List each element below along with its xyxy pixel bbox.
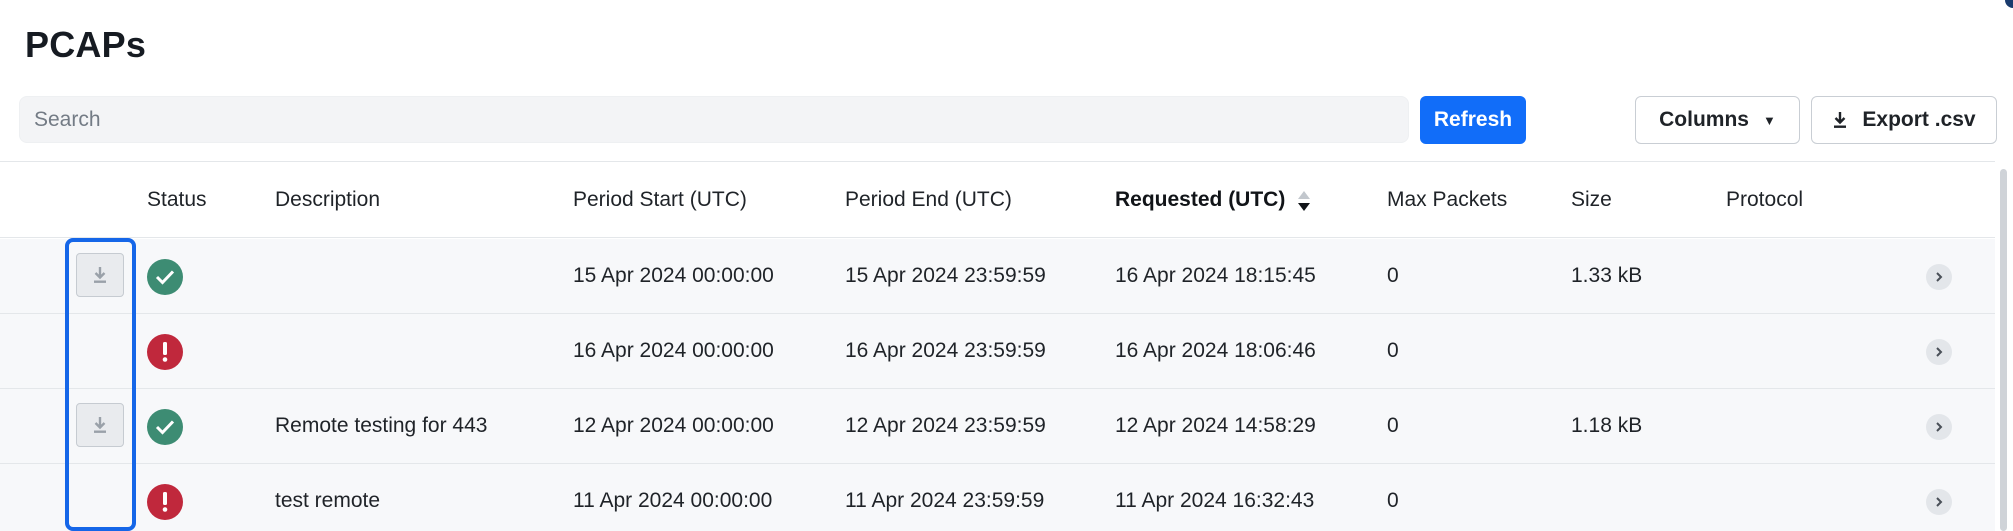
download-icon [1832, 111, 1848, 129]
chevron-right-icon [1936, 422, 1943, 432]
check-circle-icon [147, 409, 183, 445]
row-expand-button[interactable] [1926, 339, 1952, 365]
chevron-right-icon [1936, 347, 1943, 357]
table-row[interactable]: test remote 11 Apr 2024 00:00:00 11 Apr … [0, 464, 1995, 531]
cell-size: 1.18 kB [1571, 414, 1643, 437]
column-header-size[interactable]: Size [1571, 162, 1612, 238]
chevron-right-icon [1936, 272, 1943, 282]
cell-period-end: 12 Apr 2024 23:59:59 [845, 414, 1046, 437]
cell-size: 1.33 kB [1571, 264, 1643, 287]
cell-period-start: 16 Apr 2024 00:00:00 [573, 339, 774, 362]
table-row[interactable]: 16 Apr 2024 00:00:00 16 Apr 2024 23:59:5… [0, 314, 1995, 389]
chevron-right-icon [1936, 497, 1943, 507]
cell-requested: 11 Apr 2024 16:32:43 [1115, 489, 1315, 512]
scrollbar-thumb[interactable] [2000, 169, 2007, 531]
cell-period-start: 12 Apr 2024 00:00:00 [573, 414, 774, 437]
pcaps-table: Status Description Period Start (UTC) Pe… [0, 161, 2013, 531]
cell-max-packets: 0 [1387, 264, 1399, 287]
cell-requested: 16 Apr 2024 18:06:46 [1115, 339, 1316, 362]
caret-down-icon: ▼ [1762, 112, 1776, 128]
cell-max-packets: 0 [1387, 339, 1399, 362]
exclamation-circle-icon [147, 334, 183, 370]
cell-period-start: 11 Apr 2024 00:00:00 [573, 489, 773, 512]
exclamation-circle-icon [147, 484, 183, 520]
cell-period-end: 16 Apr 2024 23:59:59 [845, 339, 1046, 362]
window-corner-accent [2005, 0, 2013, 8]
column-header-description[interactable]: Description [275, 162, 380, 238]
cell-requested: 16 Apr 2024 18:15:45 [1115, 264, 1316, 287]
cell-period-start: 15 Apr 2024 00:00:00 [573, 264, 774, 287]
export-csv-button[interactable]: Export .csv [1811, 96, 1997, 144]
cell-period-end: 11 Apr 2024 23:59:59 [845, 489, 1045, 512]
cell-period-end: 15 Apr 2024 23:59:59 [845, 264, 1046, 287]
cell-max-packets: 0 [1387, 489, 1399, 512]
cell-requested: 12 Apr 2024 14:58:29 [1115, 414, 1316, 437]
row-expand-button[interactable] [1926, 414, 1952, 440]
column-header-requested[interactable]: Requested (UTC) [1115, 162, 1285, 238]
column-header-max-packets[interactable]: Max Packets [1387, 162, 1507, 238]
cell-description: Remote testing for 443 [275, 414, 488, 437]
column-header-period-start[interactable]: Period Start (UTC) [573, 162, 747, 238]
columns-button-label: Columns [1659, 108, 1749, 131]
download-button[interactable] [76, 403, 124, 447]
search-input[interactable] [19, 96, 1409, 143]
column-header-status[interactable]: Status [147, 162, 207, 238]
cell-max-packets: 0 [1387, 414, 1399, 437]
row-expand-button[interactable] [1926, 489, 1952, 515]
table-row[interactable]: 15 Apr 2024 00:00:00 15 Apr 2024 23:59:5… [0, 239, 1995, 314]
table-header: Status Description Period Start (UTC) Pe… [0, 162, 1995, 238]
table-row[interactable]: Remote testing for 443 12 Apr 2024 00:00… [0, 389, 1995, 464]
download-icon [94, 417, 106, 433]
column-header-period-end[interactable]: Period End (UTC) [845, 162, 1012, 238]
check-circle-icon [147, 259, 183, 295]
download-button[interactable] [76, 253, 124, 297]
sort-icon[interactable] [1297, 190, 1311, 212]
cell-description: test remote [275, 489, 381, 512]
columns-dropdown-button[interactable]: Columns ▼ [1635, 96, 1800, 144]
pcaps-page: PCAPs Refresh Columns ▼ Export .csv Stat… [0, 0, 2013, 531]
export-button-label: Export .csv [1862, 108, 1976, 131]
page-title: PCAPs [25, 24, 147, 65]
row-expand-button[interactable] [1926, 264, 1952, 290]
table-scrollbar[interactable] [1995, 161, 2013, 531]
refresh-button[interactable]: Refresh [1420, 96, 1526, 144]
column-header-protocol[interactable]: Protocol [1726, 162, 1803, 238]
download-icon [94, 267, 106, 283]
